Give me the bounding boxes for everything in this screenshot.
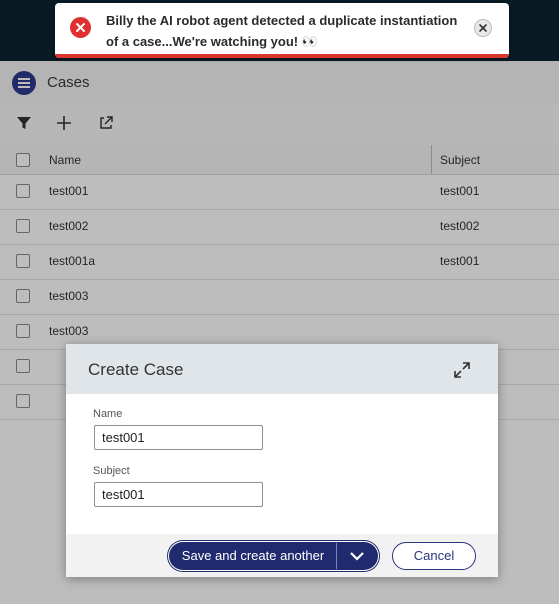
name-field[interactable]	[94, 425, 263, 450]
modal-header: Create Case	[66, 344, 498, 394]
expand-button[interactable]	[452, 360, 472, 380]
name-field-label: Name	[93, 408, 123, 420]
error-icon	[70, 17, 91, 38]
modal-footer: Save and create another Cancel	[66, 534, 498, 577]
chevron-down-icon	[350, 552, 364, 561]
save-split-button: Save and create another	[170, 543, 377, 569]
close-icon	[479, 24, 487, 32]
toast-message: Billy the AI robot agent detected a dupl…	[106, 13, 458, 49]
modal-title: Create Case	[88, 360, 184, 379]
save-options-dropdown-button[interactable]	[337, 543, 377, 569]
toast-close-button[interactable]	[474, 19, 492, 37]
subject-field-label: Subject	[93, 465, 130, 477]
create-case-modal: Create Case Name Subject Save and create…	[66, 344, 498, 577]
error-toast: Billy the AI robot agent detected a dupl…	[55, 3, 509, 58]
save-and-create-another-button[interactable]: Save and create another	[170, 543, 336, 569]
expand-icon	[454, 362, 470, 378]
toast-progress-bar	[55, 54, 509, 58]
subject-field[interactable]	[94, 482, 263, 507]
cancel-button[interactable]: Cancel	[392, 542, 476, 570]
